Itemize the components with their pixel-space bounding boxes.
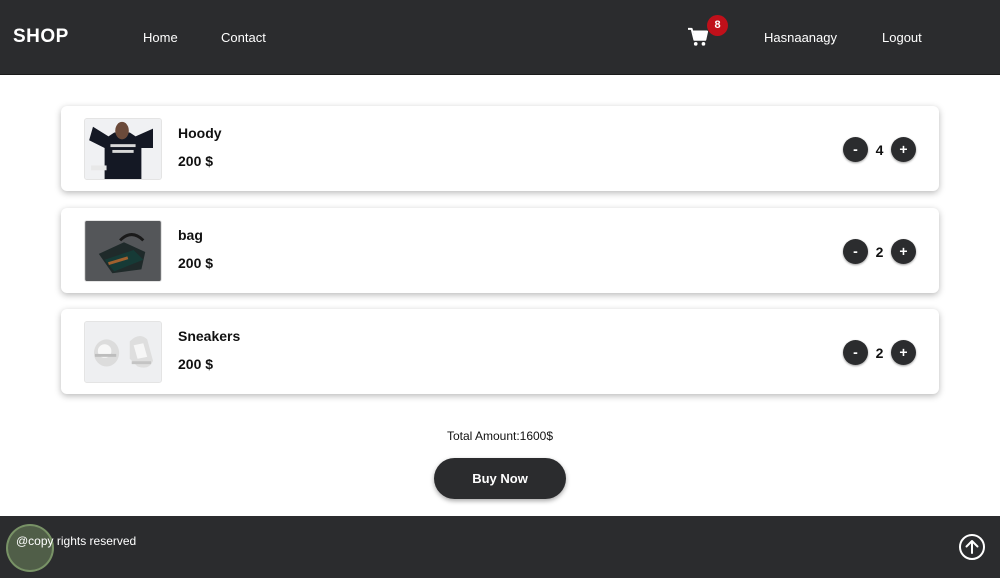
cart-item: Hoody 200 $ - 4 + [61,106,939,191]
cart-item: Sneakers 200 $ - 2 + [61,309,939,394]
product-image [84,321,162,383]
quantity-value: 2 [875,243,884,260]
buy-now-button[interactable]: Buy Now [434,458,566,499]
quantity-stepper: - 2 + [843,340,916,365]
increment-button[interactable]: + [891,239,916,264]
cart-count-badge: 8 [707,15,728,36]
product-image [84,220,162,282]
product-price: 200 $ [178,255,214,271]
increment-button[interactable]: + [891,340,916,365]
nav-contact-link[interactable]: Contact [221,30,266,45]
product-image [84,118,162,180]
cart-icon [688,27,709,46]
total-amount: Total Amount:1600$ [446,429,554,443]
nav-home-link[interactable]: Home [143,30,178,45]
quantity-value: 2 [875,344,884,361]
quantity-stepper: - 2 + [843,239,916,264]
product-price: 200 $ [178,153,214,169]
product-price: 200 $ [178,356,214,372]
product-name: Sneakers [178,328,241,344]
copyright-text: @copy rights reserved [16,534,137,548]
decrement-button[interactable]: - [843,340,868,365]
decrement-button[interactable]: - [843,239,868,264]
quantity-stepper: - 4 + [843,137,916,162]
arrow-up-icon [965,540,979,554]
username-label[interactable]: Hasnaanagy [764,30,837,45]
increment-button[interactable]: + [891,137,916,162]
decrement-button[interactable]: - [843,137,868,162]
brand-logo[interactable]: SHOP [13,26,69,48]
cart-item: bag 200 $ - 2 + [61,208,939,293]
navbar: SHOP Home Contact 8 Hasnaanagy Logout [0,0,1000,75]
quantity-value: 4 [875,141,884,158]
product-name: bag [178,227,203,243]
logout-link[interactable]: Logout [882,30,922,45]
scroll-to-top-button[interactable] [959,534,985,560]
footer: @copy rights reserved [0,516,1000,578]
product-name: Hoody [178,125,222,141]
watermark-logo [6,524,54,572]
